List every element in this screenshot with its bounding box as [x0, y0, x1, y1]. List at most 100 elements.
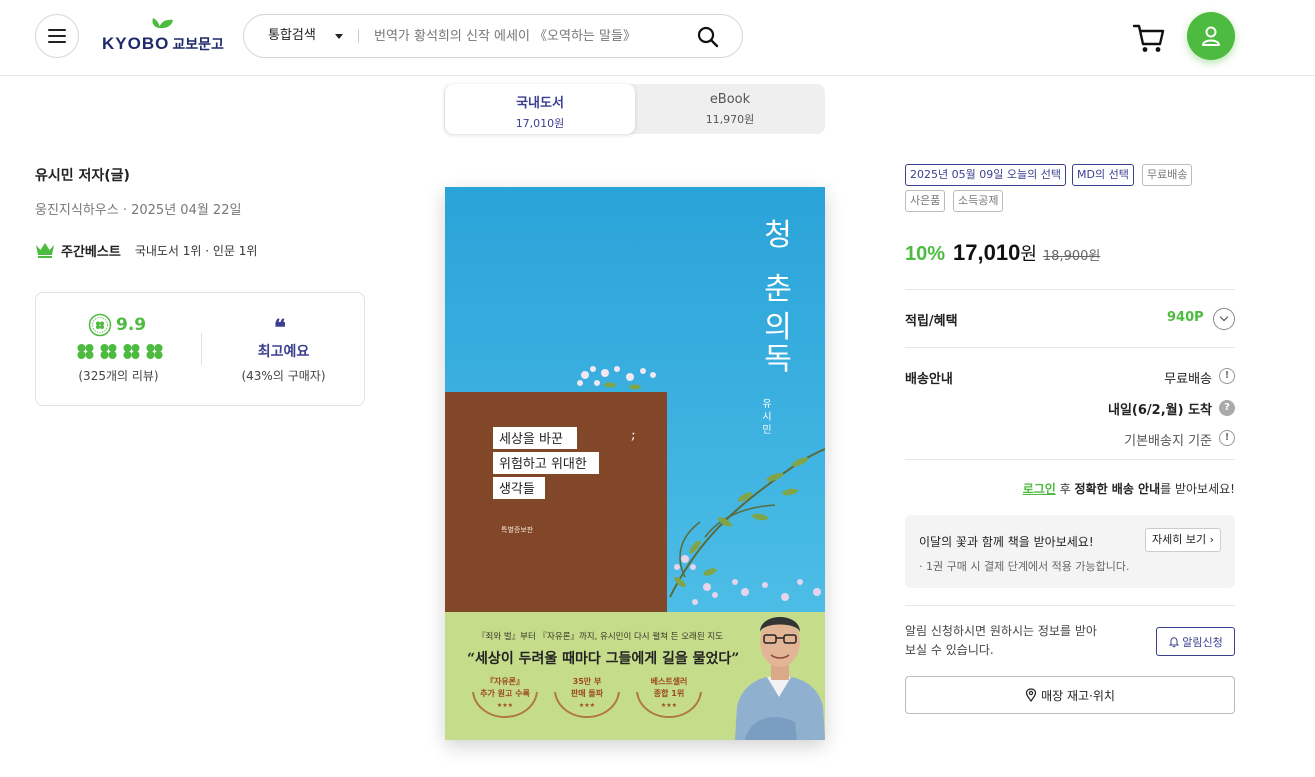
clover-icon [146, 344, 163, 359]
clover-icon [100, 344, 117, 359]
rating-score: 9.9 [116, 315, 147, 335]
info-icon[interactable]: ! [1219, 430, 1235, 446]
promo-note: · 1권 구매 시 결제 단계에서 적용 가능합니다. [919, 560, 1130, 573]
svg-text:판매 돌파: 판매 돌파 [571, 688, 604, 698]
search-scope-select[interactable]: 통합검색 [268, 15, 316, 57]
svg-text:;: ; [631, 427, 636, 443]
tag-tax-deduction: 소득공제 [953, 190, 1004, 212]
shipping-free: 무료배송 [1164, 372, 1212, 387]
rating-score-section[interactable]: 9.9 (325개의 리뷰) [36, 293, 201, 405]
format-tabs: 국내도서 17,010원 eBook 11,970원 [444, 84, 825, 134]
search-icon[interactable] [696, 25, 720, 49]
svg-text:35만 부: 35만 부 [573, 676, 602, 686]
divider [905, 289, 1235, 290]
tab-price: 17,010원 [515, 117, 565, 130]
svg-text:★★★: ★★★ [579, 702, 595, 709]
original-price: 18,900원 [1042, 249, 1101, 264]
alert-description: 알림 신청하시면 원하시는 정보를 받아 보실 수 있습니다. [905, 624, 1097, 657]
reward-points: 940P [1167, 310, 1204, 325]
cover-author: 유 시 민 [762, 398, 771, 436]
tab-ebook[interactable]: eBook 11,970원 [635, 84, 825, 134]
svg-text:베스트셀러: 베스트셀러 [651, 676, 688, 686]
help-icon[interactable]: ? [1219, 400, 1235, 416]
tab-label: 국내도서 [516, 96, 564, 111]
svg-text:춘: 춘 [764, 272, 792, 307]
header: KYOBO 교보문고 통합검색 [0, 0, 1315, 76]
benefit-expand-button[interactable] [1213, 308, 1235, 330]
kyobo-logo[interactable]: KYOBO 교보문고 [102, 16, 226, 56]
svg-text:추가 원고 수록: 추가 원고 수록 [480, 688, 530, 698]
cart-icon[interactable] [1132, 22, 1166, 54]
store-stock-button[interactable]: 매장 재고·위치 [905, 676, 1235, 714]
shipping-arrival: 내일(6/2,월) 도착 [1108, 403, 1212, 418]
discount-rate: 10% [905, 243, 946, 265]
svg-text:★★★: ★★★ [661, 702, 677, 709]
tag-today-pick: 2025년 05월 09일 오늘의 선택 [905, 164, 1066, 186]
svg-text:★★★: ★★★ [497, 702, 513, 709]
user-icon [1202, 26, 1220, 46]
info-icon[interactable]: ! [1219, 368, 1235, 384]
svg-text:시: 시 [762, 411, 771, 423]
divider [905, 459, 1235, 460]
cover-band-quote: “세상이 두려울 때마다 그들에게 길을 물었다” [467, 650, 739, 667]
bestseller-title: 주간베스트 [61, 244, 121, 260]
tab-price: 11,970원 [705, 113, 755, 126]
publisher-date: 웅진지식하우스 · 2025년 04월 22일 [35, 203, 242, 218]
chevron-right-icon: › [1209, 533, 1214, 546]
promo-text: 이달의 꽃과 함께 책을 받아보세요! [919, 535, 1094, 549]
location-pin-icon [1025, 688, 1037, 702]
tag-gift: 사은품 [905, 190, 946, 212]
bestseller-info[interactable]: 주간베스트 국내도서 1위 · 인문 1위 [35, 240, 257, 260]
tag-md-pick: MD의 선택 [1072, 164, 1134, 186]
leaf-logo-icon [152, 18, 173, 29]
caret-down-icon[interactable] [335, 34, 343, 39]
alert-subscribe-button[interactable]: 알림신청 [1156, 627, 1235, 656]
login-link[interactable]: 로그인 [1023, 482, 1056, 496]
author-link[interactable]: 유시민 저자(글) [35, 165, 130, 185]
svg-text:독: 독 [764, 342, 792, 377]
svg-text:『자유론』: 『자유론』 [486, 676, 524, 686]
clover-icon [77, 344, 94, 359]
divider [905, 605, 1235, 606]
emotion-ratio: (43%의 구매자) [241, 369, 326, 383]
svg-text:종합 1위: 종합 1위 [654, 688, 684, 698]
shipping-label: 배송안내 [905, 372, 953, 387]
benefit-label: 적립/혜택 [905, 314, 958, 329]
cover-title: 청 춘 의 독 [764, 218, 792, 377]
shipping-base: 기본배송지 기준 [1124, 434, 1212, 449]
logo-text-kr: 교보문고 [172, 36, 224, 52]
bestseller-rank: 국내도서 1위 · 인문 1위 [134, 243, 258, 258]
cover-art: 청 춘 의 독 유 시 민 세상을 바꾼 위험하고 위대한 생각들 ; 특별증보… [445, 187, 825, 740]
review-count: (325개의 리뷰) [78, 369, 159, 383]
search-input[interactable] [374, 15, 684, 57]
tag-free-shipping: 무료배송 [1142, 164, 1193, 186]
svg-text:위험하고 위대한: 위험하고 위대한 [499, 457, 587, 472]
search-bar: 통합검색 [243, 14, 743, 58]
logo-text: KYOBO [102, 34, 170, 53]
emotion-section[interactable]: ❝ 최고예요 (43%의 구매자) [202, 293, 365, 405]
price-row: 10% 17,010원 18,900원 [905, 240, 1100, 266]
user-account-button[interactable] [1187, 12, 1235, 60]
svg-text:청: 청 [764, 218, 792, 253]
cover-band-top: 『죄와 벌』부터 『자유론』까지, 유시민이 다시 펼쳐 든 오래된 지도 [477, 631, 723, 642]
cover-edition: 특별증보판 [501, 525, 534, 534]
svg-text:민: 민 [762, 424, 771, 436]
promo-details-button[interactable]: 자세히 보기 › [1144, 528, 1221, 552]
bell-icon [1169, 636, 1180, 647]
sale-price: 17,010원 [953, 240, 1037, 265]
quote-icon: ❝ [274, 315, 286, 341]
svg-text:유: 유 [762, 398, 771, 410]
crown-icon [36, 243, 54, 258]
divider [358, 29, 359, 43]
divider [905, 347, 1235, 348]
tab-domestic-book[interactable]: 국내도서 17,010원 [445, 84, 635, 134]
emotion-label: 최고예요 [257, 344, 310, 360]
menu-button[interactable] [35, 14, 79, 58]
hamburger-icon [48, 29, 66, 31]
clover-icon [123, 344, 140, 359]
clover-rating [76, 343, 164, 360]
klover-badge-icon [88, 313, 112, 337]
book-cover-image[interactable]: 청 춘 의 독 유 시 민 세상을 바꾼 위험하고 위대한 생각들 ; 특별증보… [445, 187, 825, 740]
tab-label: eBook [709, 92, 751, 107]
rating-box: 9.9 (325개의 리뷰) ❝ 최고예요 (43%의 구매자) [35, 292, 365, 406]
